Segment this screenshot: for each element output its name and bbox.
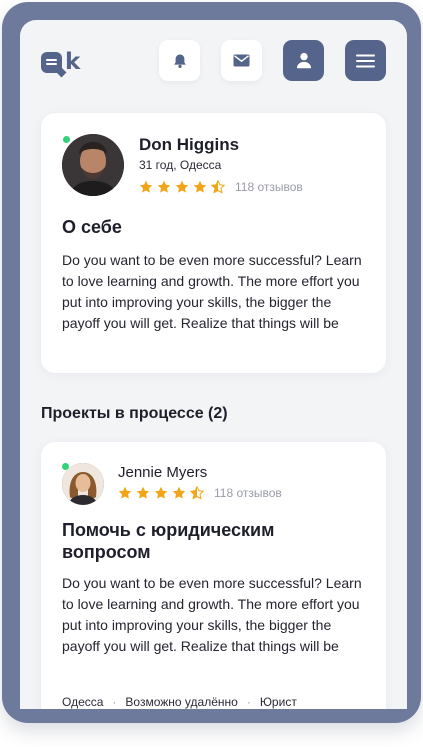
rating-stars: [118, 486, 208, 500]
project-title[interactable]: Помочь с юридическим вопросом: [62, 519, 362, 563]
project-description: Do you want to be even more successful? …: [62, 575, 362, 654]
tag-separator: ·: [112, 695, 117, 709]
client-name[interactable]: Jennie Myers: [118, 464, 207, 481]
star-icon: [172, 486, 186, 499]
notifications-button[interactable]: [159, 40, 200, 81]
bell-icon: [173, 54, 186, 68]
client-avatar-photo: [62, 463, 104, 505]
profile-rating: 118 отзывов: [139, 180, 303, 194]
project-card[interactable]: Jennie Myers 118 отзывов Помочь с юридич…: [41, 442, 386, 709]
tag-location: Одесса: [62, 695, 104, 709]
client-rating: 118 отзывов: [118, 486, 282, 500]
avatar[interactable]: [62, 134, 124, 196]
online-status-dot: [63, 136, 70, 143]
profile-meta: 31 год, Одесса: [139, 158, 222, 172]
profile-card: Don Higgins 31 год, Одесса 118 отзывов О…: [41, 113, 386, 373]
avatar-photo: [62, 134, 124, 196]
menu-icon: [356, 54, 375, 67]
projects-heading: Проекты в процессе (2): [41, 405, 228, 422]
logo[interactable]: k: [41, 51, 80, 74]
about-text: Do you want to be even more successful? …: [62, 252, 362, 331]
messages-button[interactable]: [221, 40, 262, 81]
review-count[interactable]: 118 отзывов: [235, 180, 303, 194]
star-icon: [193, 180, 207, 193]
profile-button[interactable]: [283, 40, 324, 81]
star-icon: [118, 486, 132, 499]
tag-separator: ·: [246, 695, 251, 709]
star-half-icon: [190, 486, 204, 500]
rating-stars: [139, 180, 229, 194]
star-half-icon: [211, 180, 225, 194]
star-icon: [136, 486, 150, 499]
about-title: О себе: [62, 217, 122, 237]
user-icon: [296, 52, 311, 69]
mail-icon: [233, 54, 250, 67]
app-screen: k Don Higgins 31 год, Одесса 118 отзывов…: [20, 20, 407, 709]
client-avatar[interactable]: [62, 463, 104, 505]
client-avatar-wrap: [62, 463, 104, 505]
menu-button[interactable]: [345, 40, 386, 81]
star-icon: [157, 180, 171, 193]
phone-frame: k Don Higgins 31 год, Одесса 118 отзывов…: [2, 2, 421, 723]
tag-category: Юрист: [259, 695, 297, 709]
profile-name: Don Higgins: [139, 135, 240, 154]
star-icon: [175, 180, 189, 193]
client-online-dot: [62, 463, 69, 470]
star-icon: [139, 180, 153, 193]
logo-text: k: [65, 49, 81, 75]
app-header: k: [20, 20, 407, 110]
profile-avatar-wrap: [62, 134, 124, 196]
review-count[interactable]: 118 отзывов: [214, 486, 282, 500]
tag-remote: Возможно удалённо: [125, 695, 238, 709]
star-icon: [154, 486, 168, 499]
project-tags: Одесса · Возможно удалённо · Юрист: [62, 695, 297, 709]
logo-chat-icon: [41, 52, 62, 73]
